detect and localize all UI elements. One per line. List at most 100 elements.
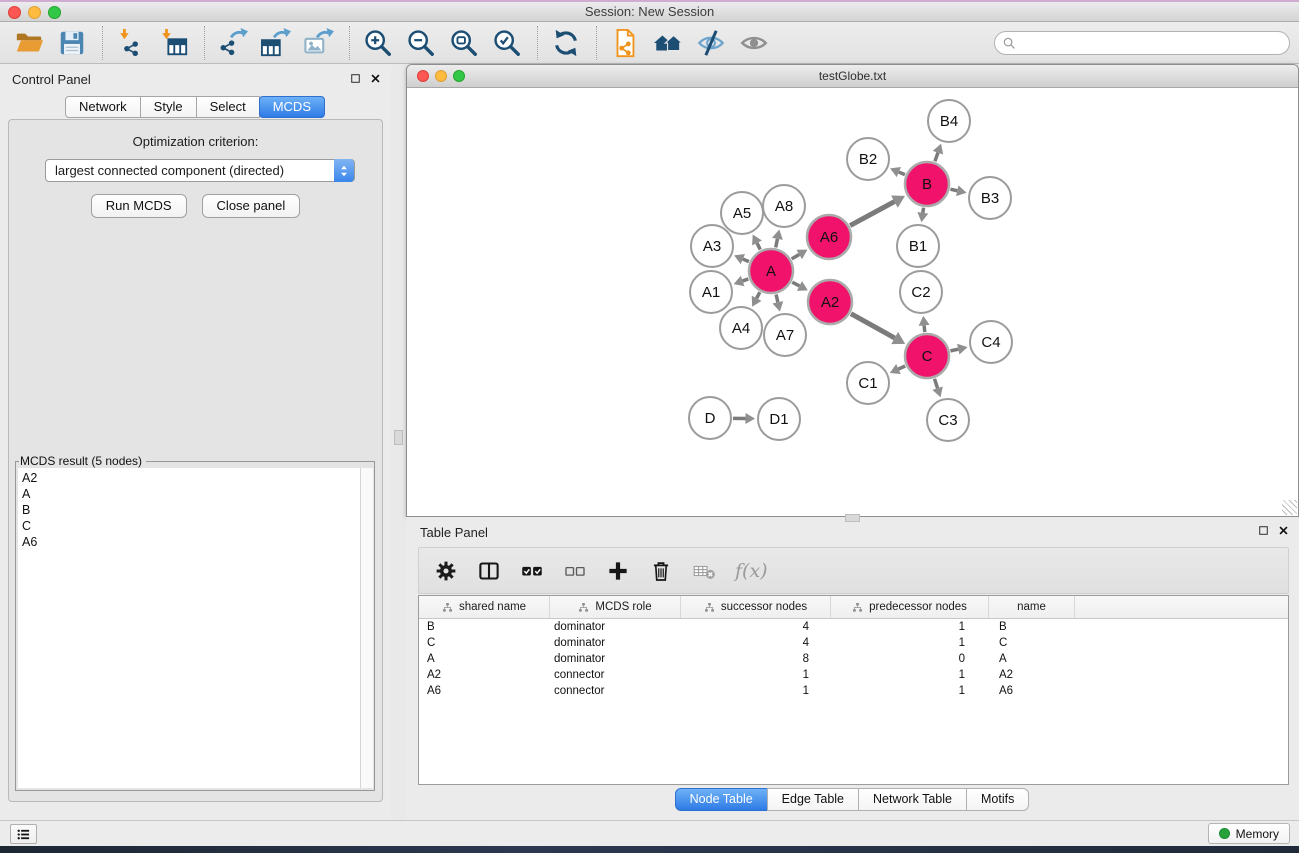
tab-network-table[interactable]: Network Table xyxy=(858,788,967,811)
vertical-divider-handle[interactable] xyxy=(394,430,403,445)
column-header-name[interactable]: name xyxy=(989,596,1075,618)
column-header-MCDS-role[interactable]: MCDS role xyxy=(550,596,681,618)
select-all-columns-icon[interactable] xyxy=(518,557,546,585)
add-column-icon[interactable] xyxy=(604,557,632,585)
graph-node-A5[interactable]: A5 xyxy=(721,192,763,234)
resize-grip[interactable] xyxy=(1282,500,1297,515)
tab-style[interactable]: Style xyxy=(140,96,197,118)
mcds-result-item[interactable]: A2 xyxy=(22,470,360,486)
graph-node-B1[interactable]: B1 xyxy=(897,225,939,267)
mcds-result-item[interactable]: C xyxy=(22,518,360,534)
graph-node-A1[interactable]: A1 xyxy=(690,271,732,313)
edge-B-B3[interactable] xyxy=(950,189,957,191)
tab-mcds[interactable]: MCDS xyxy=(259,96,325,118)
table-row[interactable]: A2connector11A2 xyxy=(419,667,1288,683)
graph-node-C2[interactable]: C2 xyxy=(900,271,942,313)
graph-node-B4[interactable]: B4 xyxy=(928,100,970,142)
zoom-fit-button[interactable] xyxy=(447,26,481,60)
graph-node-A8[interactable]: A8 xyxy=(763,185,805,227)
save-session-button[interactable] xyxy=(55,26,89,60)
edge-B-B4[interactable] xyxy=(935,153,938,162)
hide-graphics-details-button[interactable] xyxy=(694,26,728,60)
search-box[interactable] xyxy=(994,31,1290,55)
float-table-panel-icon[interactable] xyxy=(1258,525,1269,536)
table-row[interactable]: A6connector11A6 xyxy=(419,683,1288,699)
table-row[interactable]: Cdominator41C xyxy=(419,635,1288,651)
edge-A-A5[interactable] xyxy=(757,243,760,250)
mcds-result-scrollbar[interactable] xyxy=(360,468,373,788)
mcds-result-item[interactable]: B xyxy=(22,502,360,518)
function-builder-icon[interactable]: f(x) xyxy=(735,560,768,582)
graph-node-B2[interactable]: B2 xyxy=(847,138,889,180)
graph-node-D[interactable]: D xyxy=(689,397,731,439)
zoom-out-button[interactable] xyxy=(404,26,438,60)
edge-A2-C[interactable] xyxy=(851,314,895,338)
edge-A-A3[interactable] xyxy=(743,259,749,262)
edge-A-A4[interactable] xyxy=(757,292,760,298)
edge-C-C3[interactable] xyxy=(934,379,937,388)
column-view-icon[interactable] xyxy=(475,557,503,585)
column-header-successor-nodes[interactable]: successor nodes xyxy=(681,596,831,618)
table-row[interactable]: Bdominator41B xyxy=(419,619,1288,635)
mcds-result-list[interactable]: A2ABCA6 xyxy=(18,468,360,788)
delete-column-icon[interactable] xyxy=(647,557,675,585)
close-panel-button[interactable]: Close panel xyxy=(202,194,301,218)
deselect-all-columns-icon[interactable] xyxy=(561,557,589,585)
network-minimize-button[interactable] xyxy=(435,70,447,82)
graph-node-C3[interactable]: C3 xyxy=(927,399,969,441)
tab-network[interactable]: Network xyxy=(65,96,141,118)
float-panel-icon[interactable] xyxy=(350,73,361,84)
task-history-button[interactable] xyxy=(10,824,37,844)
tab-edge-table[interactable]: Edge Table xyxy=(767,788,859,811)
destroy-table-icon[interactable] xyxy=(690,557,718,585)
graph-node-A4[interactable]: A4 xyxy=(720,307,762,349)
export-image-button[interactable] xyxy=(302,26,336,60)
close-window-button[interactable] xyxy=(8,6,21,19)
edge-A-A8[interactable] xyxy=(776,239,778,248)
tab-node-table[interactable]: Node Table xyxy=(675,788,768,811)
export-network-button[interactable] xyxy=(216,26,250,60)
show-graphics-details-button[interactable] xyxy=(737,26,771,60)
refresh-button[interactable] xyxy=(549,26,583,60)
table-row[interactable]: Adominator80A xyxy=(419,651,1288,667)
edge-A-A7[interactable] xyxy=(776,294,778,302)
network-close-button[interactable] xyxy=(417,70,429,82)
tab-select[interactable]: Select xyxy=(196,96,260,118)
mcds-result-item[interactable]: A xyxy=(22,486,360,502)
edge-A-A1[interactable] xyxy=(743,279,749,281)
graph-node-A6[interactable]: A6 xyxy=(807,215,851,259)
graph-node-A3[interactable]: A3 xyxy=(691,225,733,267)
new-network-from-file-button[interactable] xyxy=(608,26,642,60)
graph-node-C1[interactable]: C1 xyxy=(847,362,889,404)
edge-A-A6[interactable] xyxy=(792,254,800,258)
column-header-predecessor-nodes[interactable]: predecessor nodes xyxy=(831,596,989,618)
edge-B-B1[interactable] xyxy=(923,208,924,213)
import-network-button[interactable] xyxy=(114,26,148,60)
graph-node-B3[interactable]: B3 xyxy=(969,177,1011,219)
import-table-button[interactable] xyxy=(157,26,191,60)
graph-node-D1[interactable]: D1 xyxy=(758,398,800,440)
close-panel-icon[interactable] xyxy=(370,73,381,84)
memory-button[interactable]: Memory xyxy=(1208,823,1290,844)
search-input[interactable] xyxy=(1017,36,1289,50)
tab-motifs[interactable]: Motifs xyxy=(966,788,1029,811)
mcds-result-item[interactable]: A6 xyxy=(22,534,360,550)
graph-node-C[interactable]: C xyxy=(905,334,949,378)
node-table[interactable]: shared nameMCDS rolesuccessor nodesprede… xyxy=(418,595,1289,785)
minimize-window-button[interactable] xyxy=(28,6,41,19)
home-button[interactable] xyxy=(651,26,685,60)
network-graph-canvas[interactable]: B4B2BB3A8A5A6A3B1AA1C2A2A4A7C4CC1C3DD1 xyxy=(407,88,1298,516)
graph-node-C4[interactable]: C4 xyxy=(970,321,1012,363)
criterion-select[interactable]: largest connected component (directed) xyxy=(45,159,355,182)
network-zoom-button[interactable] xyxy=(453,70,465,82)
edge-C-C1[interactable] xyxy=(898,366,905,369)
column-header-shared-name[interactable]: shared name xyxy=(419,596,550,618)
export-table-button[interactable] xyxy=(259,26,293,60)
edge-B-B2[interactable] xyxy=(899,172,905,175)
run-mcds-button[interactable]: Run MCDS xyxy=(91,194,187,218)
open-file-button[interactable] xyxy=(12,26,46,60)
graph-node-A2[interactable]: A2 xyxy=(808,280,852,324)
zoom-in-button[interactable] xyxy=(361,26,395,60)
close-table-panel-icon[interactable] xyxy=(1278,525,1289,536)
graph-node-A7[interactable]: A7 xyxy=(764,314,806,356)
